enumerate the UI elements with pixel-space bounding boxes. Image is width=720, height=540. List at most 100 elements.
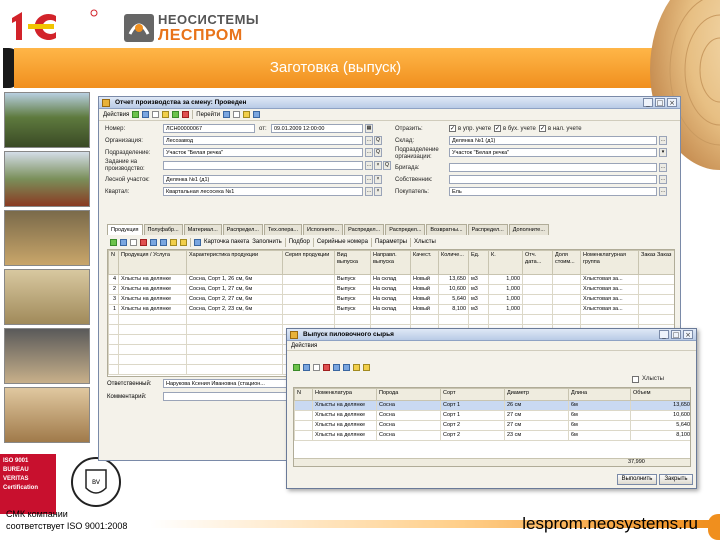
table-cell[interactable]: Сорт 1 (440, 410, 505, 421)
sort-desc-icon[interactable] (363, 363, 370, 371)
buyer-select-button[interactable]: … (659, 187, 667, 196)
table-cell[interactable]: 6м (568, 400, 631, 411)
table-cell[interactable] (522, 274, 553, 285)
popup-minimize-button[interactable]: _ (659, 330, 669, 339)
popup-close-button[interactable]: × (683, 330, 693, 339)
table-cell[interactable]: 27 см (504, 420, 569, 431)
edit-icon[interactable] (152, 111, 160, 118)
parameters-button[interactable]: Параметры (375, 239, 407, 245)
table-cell[interactable]: На склад (370, 294, 411, 305)
organization-field[interactable]: Лесозавод (163, 136, 363, 145)
table-cell[interactable]: 1 (108, 304, 119, 315)
table-row[interactable]: 4 Хлысты на делянке Сосна, Сорт 1, 26 см, … (108, 274, 674, 285)
minimize-button[interactable]: _ (643, 98, 653, 107)
calendar-button[interactable]: ▦ (365, 124, 373, 133)
warehouse-field[interactable]: Делянка №1 (д1) (449, 136, 657, 145)
column-header[interactable]: Длина (568, 388, 631, 401)
table-cell[interactable]: Выпуск (334, 284, 371, 295)
tab-products[interactable]: Продукция (107, 224, 143, 235)
copy-row-icon[interactable] (303, 363, 310, 371)
table-cell[interactable] (282, 274, 335, 285)
brigade-field[interactable] (449, 163, 657, 172)
serial-numbers-button[interactable]: Серийные номера (317, 239, 368, 245)
organization-open-button[interactable]: Q (374, 136, 382, 145)
table-cell[interactable]: Хлысты на делянке (118, 284, 187, 295)
subdivision-open-button[interactable]: Q (374, 148, 382, 157)
table-cell[interactable]: 10,600 (438, 284, 469, 295)
table-row[interactable]: Хлысты на делянке Сосна Сорт 1 26 см 6м 13,65… (294, 400, 690, 411)
table-cell[interactable] (294, 400, 313, 411)
tab-semifinished[interactable]: Полуфабр... (143, 224, 183, 235)
table-cell[interactable]: На склад (370, 304, 411, 315)
tax-accounting-checkbox[interactable]: ✓ (539, 125, 546, 132)
table-cell[interactable]: На склад (370, 274, 411, 285)
table-cell[interactable] (638, 274, 674, 285)
tab-materials[interactable]: Материал... (183, 224, 222, 235)
table-cell[interactable]: Сосна (376, 400, 441, 411)
column-header[interactable]: Номенклатура (312, 388, 377, 401)
column-header[interactable]: Номенклатурная группа (580, 250, 639, 275)
owner-select-button[interactable]: … (659, 175, 667, 184)
table-cell[interactable]: Новый (410, 284, 439, 295)
help-icon[interactable] (253, 111, 261, 118)
table-cell[interactable] (522, 304, 553, 315)
post-icon[interactable] (172, 111, 180, 118)
responsible-field[interactable]: Нарукова Ксения Ивановна (стацион... (163, 379, 287, 388)
close-button[interactable]: × (667, 98, 677, 107)
table-cell[interactable]: Хлысты на делянке (118, 294, 187, 305)
task-clear-button[interactable]: × (374, 161, 382, 170)
table-cell[interactable]: Сосна, Сорт 1, 27 см, 6м (186, 284, 283, 295)
comment-field[interactable] (163, 392, 287, 401)
table-cell[interactable]: 8,100 (438, 304, 469, 315)
hlysty-button[interactable]: Хлысты (414, 239, 436, 245)
goto-menu[interactable]: Перейти (196, 112, 220, 118)
table-cell[interactable] (282, 284, 335, 295)
add-row-icon[interactable] (293, 363, 300, 371)
table-cell[interactable]: Сорт 2 (440, 430, 505, 441)
column-header[interactable]: Сорт (440, 388, 505, 401)
add-row-icon[interactable] (110, 238, 117, 246)
table-cell[interactable]: 8,100 (630, 430, 690, 441)
table-cell[interactable]: Хлысты на делянке (118, 304, 187, 315)
table-cell[interactable]: Новый (410, 304, 439, 315)
table-cell[interactable]: Сосна (376, 420, 441, 431)
mgmt-accounting-checkbox[interactable]: ✓ (449, 125, 456, 132)
table-cell[interactable]: Хлыстовая за... (580, 294, 639, 305)
table-cell[interactable]: Хлысты на делянке (118, 274, 187, 285)
column-header[interactable]: Объем (630, 388, 690, 401)
table-row[interactable]: Хлысты на делянке Сосна Сорт 2 27 см 6м 5,640 (294, 420, 690, 431)
actions-menu[interactable]: Действия (103, 112, 129, 118)
tab-distribution-1[interactable]: Распредел... (222, 224, 263, 235)
table-cell[interactable] (552, 294, 581, 305)
table-cell[interactable]: Хлыстовая за... (580, 274, 639, 285)
organization-select-button[interactable]: … (365, 136, 373, 145)
table-cell[interactable]: 6м (568, 430, 631, 441)
subdivision-org-dropdown[interactable]: ▾ (659, 148, 667, 157)
structure-icon[interactable] (223, 111, 231, 118)
table-cell[interactable]: Хлысты на делянке (312, 410, 377, 421)
table-cell[interactable]: Сосна, Сорт 2, 23 см, 6м (186, 304, 283, 315)
table-row[interactable]: Хлысты на делянке Сосна Сорт 1 27 см 6м 10,60… (294, 410, 690, 421)
sort-desc-icon[interactable] (180, 238, 187, 246)
select-button[interactable]: Подбор (289, 239, 310, 245)
delete-row-icon[interactable] (140, 238, 147, 246)
forest-plot-field[interactable]: Делянка №1 (д1) (163, 175, 363, 184)
table-cell[interactable]: Сорт 2 (440, 420, 505, 431)
table-cell[interactable]: 10,600 (630, 410, 690, 421)
column-header[interactable]: Вид выпуска (334, 250, 371, 275)
table-cell[interactable]: м3 (468, 304, 489, 315)
table-cell[interactable]: Выпуск (334, 274, 371, 285)
table-row[interactable]: 2 Хлысты на делянке Сосна, Сорт 1, 27 см, … (108, 284, 674, 295)
table-row[interactable]: Хлысты на делянке Сосна Сорт 2 23 см 6м 8,100 (294, 430, 690, 441)
table-cell[interactable]: Сосна (376, 410, 441, 421)
hlysty-checkbox[interactable] (632, 376, 639, 383)
table-cell[interactable]: 5,640 (438, 294, 469, 305)
subdivision-select-button[interactable]: … (365, 148, 373, 157)
table-cell[interactable]: Сосна, Сорт 2, 27 см, 6м (186, 294, 283, 305)
table-cell[interactable]: м3 (468, 284, 489, 295)
move-up-icon[interactable] (150, 238, 157, 246)
table-cell[interactable] (552, 274, 581, 285)
task-select-button[interactable]: … (365, 161, 373, 170)
table-cell[interactable] (282, 304, 335, 315)
table-cell[interactable]: Сосна, Сорт 1, 26 см, 6м (186, 274, 283, 285)
